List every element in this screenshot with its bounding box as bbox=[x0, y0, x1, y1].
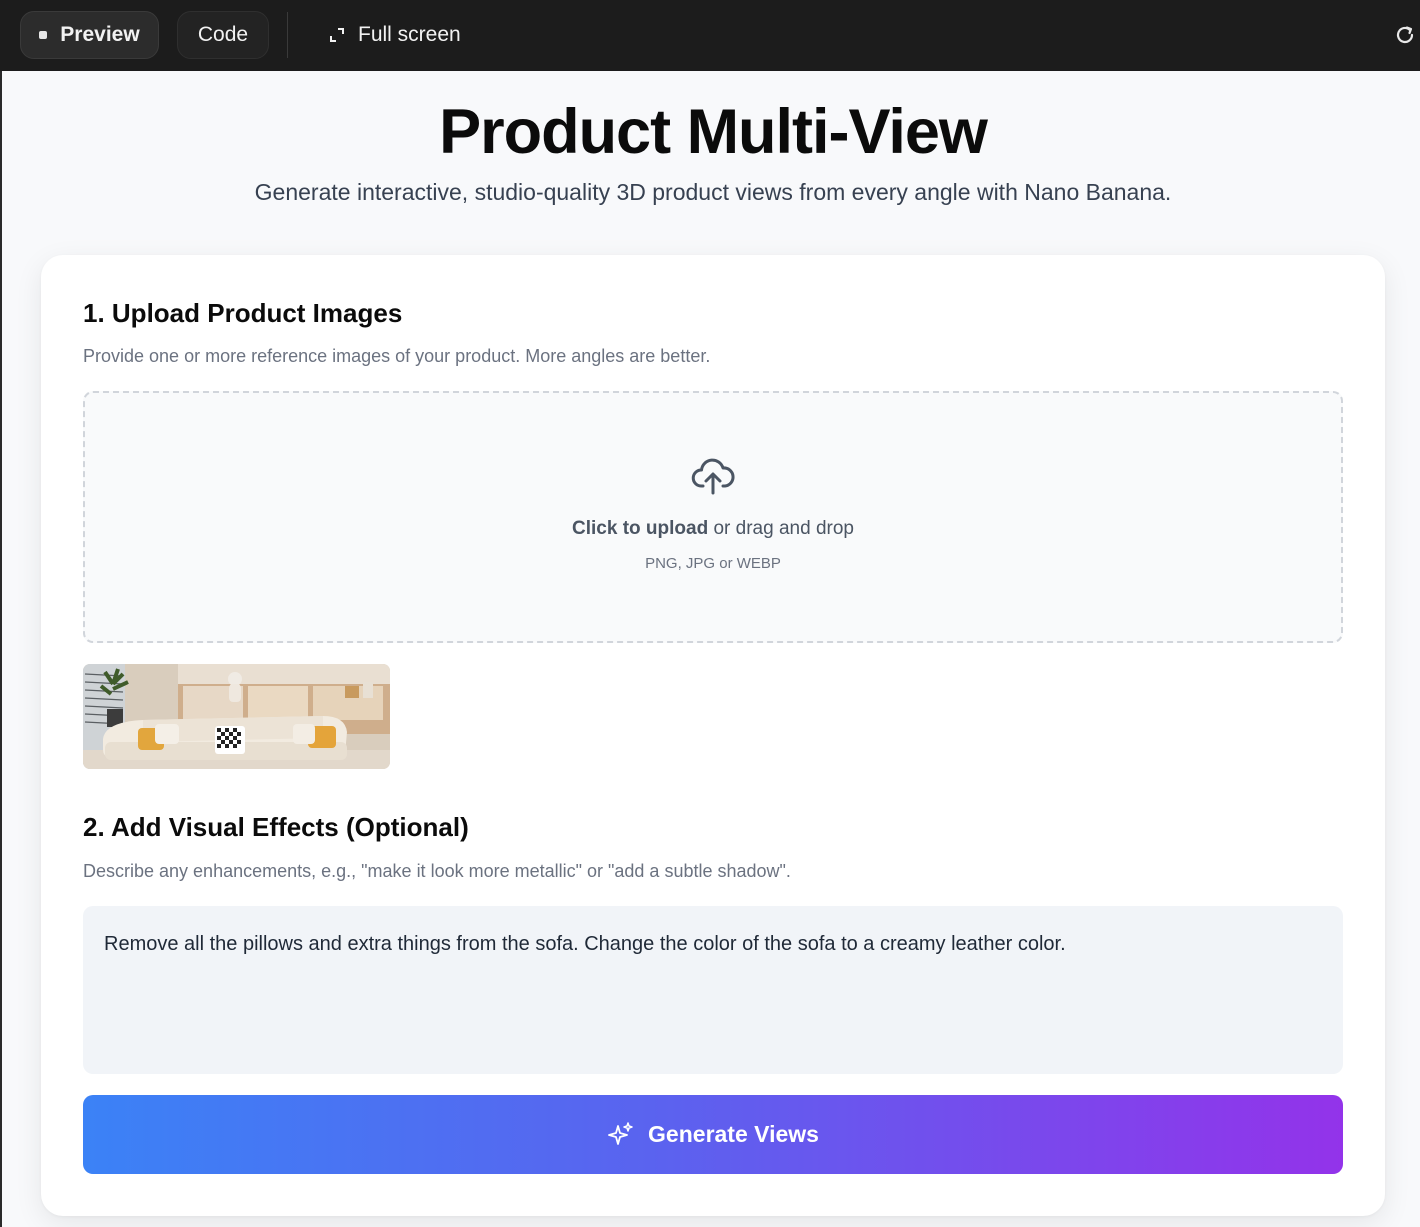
upload-instructions[interactable]: Click to upload or drag and drop bbox=[83, 518, 1343, 540]
generate-views-button[interactable]: Generate Views bbox=[83, 1095, 1343, 1174]
sparkles-icon bbox=[608, 1121, 633, 1145]
cloud-upload-icon bbox=[691, 458, 735, 495]
page-subtitle: Generate interactive, studio-quality 3D … bbox=[254, 179, 1172, 205]
frame-edge bbox=[0, 71, 2, 1227]
preview-tab[interactable]: Preview bbox=[20, 11, 159, 59]
generate-label: Generate Views bbox=[648, 1121, 819, 1147]
code-label: Code bbox=[197, 23, 249, 46]
upload-description: Provide one or more reference images of … bbox=[83, 346, 711, 366]
drag-drop-text: or drag and drop bbox=[708, 518, 854, 539]
fullscreen-button[interactable]: Full screen bbox=[328, 11, 461, 59]
refresh-icon[interactable] bbox=[1394, 24, 1416, 46]
upload-heading: 1. Upload Product Images bbox=[83, 298, 403, 328]
uploaded-image-thumbnail[interactable] bbox=[83, 664, 390, 769]
sofa-image bbox=[83, 664, 390, 769]
top-toolbar: Preview Code Full screen bbox=[0, 0, 1420, 71]
preview-label: Preview bbox=[60, 23, 140, 46]
effects-description: Describe any enhancements, e.g., "make i… bbox=[83, 861, 791, 881]
fullscreen-label: Full screen bbox=[358, 23, 461, 46]
effects-textarea[interactable]: Remove all the pillows and extra things … bbox=[83, 906, 1343, 1074]
toolbar-divider bbox=[287, 12, 288, 58]
click-to-upload-link[interactable]: Click to upload bbox=[572, 518, 708, 539]
accepted-formats: PNG, JPG or WEBP bbox=[645, 555, 781, 572]
upload-dropzone[interactable] bbox=[83, 391, 1343, 643]
effects-heading: 2. Add Visual Effects (Optional) bbox=[83, 812, 469, 842]
page-title: Product Multi-View bbox=[439, 97, 988, 167]
expand-icon bbox=[330, 28, 344, 42]
code-tab[interactable]: Code bbox=[177, 11, 269, 59]
square-dot-icon bbox=[39, 31, 48, 39]
